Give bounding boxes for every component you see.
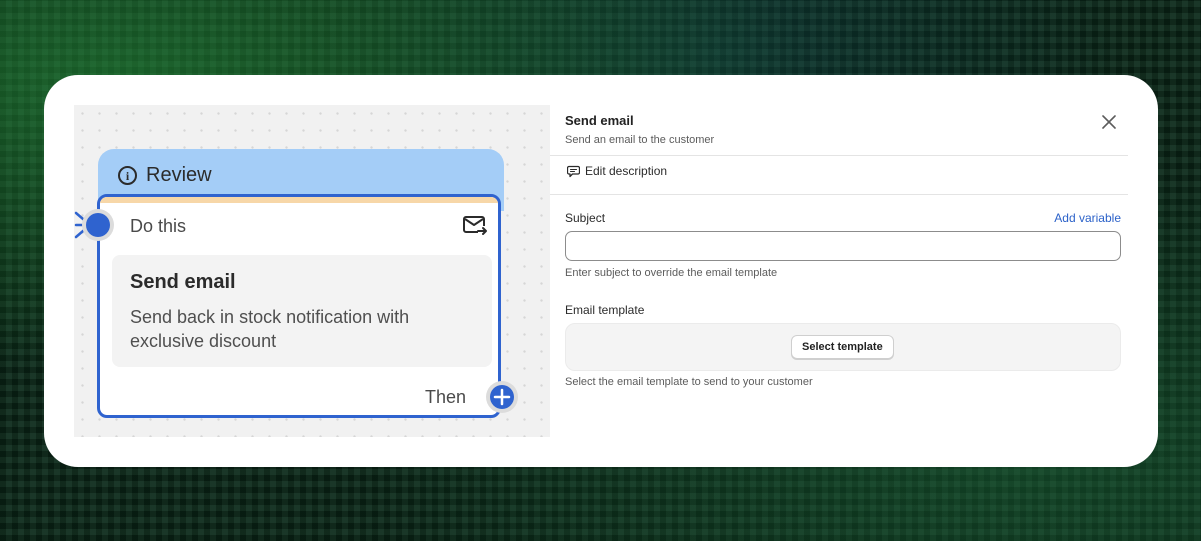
template-help-text: Select the email template to send to you… bbox=[565, 376, 813, 388]
panel-title: Send email bbox=[565, 113, 634, 128]
card: i Review Do this Send email Send back in… bbox=[44, 75, 1158, 467]
action-summary[interactable]: Send email Send back in stock notificati… bbox=[112, 255, 492, 367]
action-node[interactable]: Do this Send email Send back in stock no… bbox=[97, 194, 501, 418]
plus-icon[interactable] bbox=[485, 380, 519, 414]
edit-description-button[interactable]: Edit description bbox=[567, 164, 667, 178]
node-title-label: Review bbox=[146, 164, 212, 186]
node-title: i Review bbox=[118, 164, 212, 187]
mail-send-icon bbox=[463, 216, 487, 235]
subject-input[interactable] bbox=[565, 231, 1121, 261]
divider bbox=[550, 194, 1128, 195]
action-description: Send back in stock notification with exc… bbox=[130, 307, 410, 351]
close-icon[interactable] bbox=[1101, 114, 1117, 130]
workflow-canvas[interactable]: i Review Do this Send email Send back in… bbox=[74, 105, 550, 437]
info-icon: i bbox=[118, 166, 137, 185]
panel-subtitle: Send an email to the customer bbox=[565, 134, 715, 146]
email-template-label: Email template bbox=[565, 303, 645, 317]
subject-help-text: Enter subject to override the email temp… bbox=[565, 267, 778, 279]
subject-label: Subject bbox=[565, 211, 606, 225]
then-label: Then bbox=[424, 387, 466, 407]
edit-description-label: Edit description bbox=[585, 164, 668, 178]
step-label: Do this bbox=[130, 216, 187, 236]
divider bbox=[550, 155, 1128, 156]
add-variable-link[interactable]: Add variable bbox=[1054, 211, 1121, 225]
settings-panel: Send email Send an email to the customer… bbox=[550, 105, 1128, 437]
input-connector[interactable] bbox=[74, 208, 118, 242]
action-title: Send email bbox=[130, 271, 236, 293]
comment-icon bbox=[567, 165, 580, 177]
select-template-button[interactable]: Select template bbox=[791, 335, 894, 359]
email-template-dropzone: Select template bbox=[565, 323, 1121, 371]
